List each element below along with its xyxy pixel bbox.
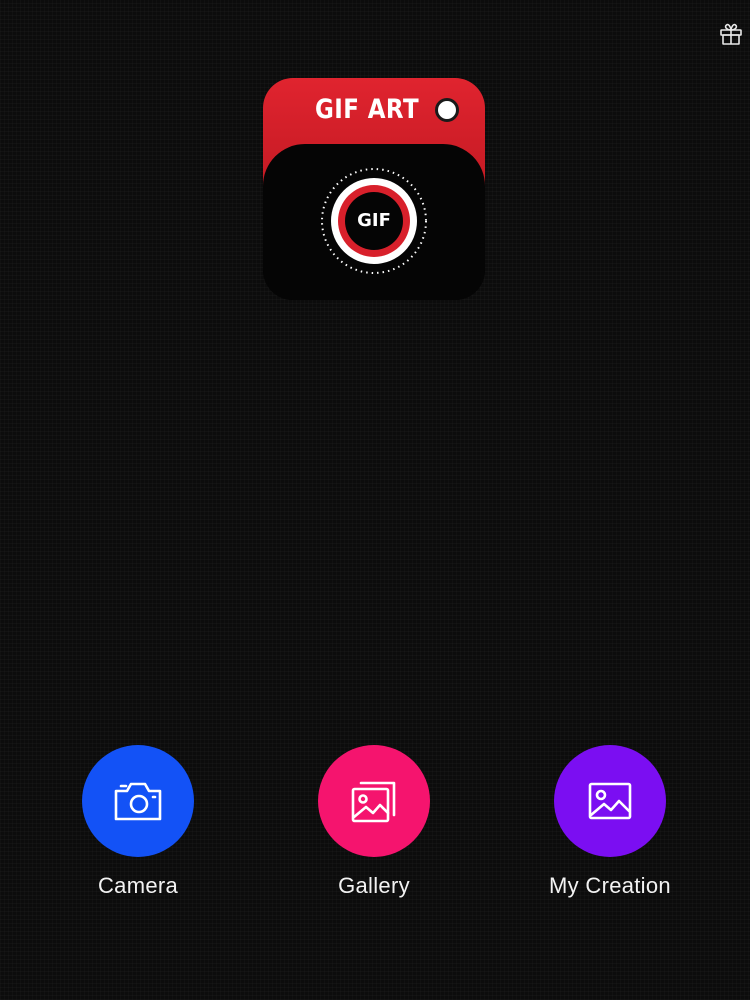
gallery-button-circle[interactable]	[318, 745, 430, 857]
gallery-button[interactable]: Gallery	[274, 745, 474, 899]
image-icon	[588, 782, 632, 820]
logo-badge-text: GIF	[357, 210, 391, 231]
app-logo: GIF ART GIF	[263, 78, 485, 300]
my-creation-label: My Creation	[549, 873, 671, 898]
logo-dial: GIF	[319, 166, 429, 276]
home-screen: GIF ART GIF Camera Gallery My Creation	[0, 0, 750, 1000]
action-bar: Camera Gallery My Creation	[0, 745, 750, 905]
camera-button-circle[interactable]	[82, 745, 194, 857]
gift-icon	[720, 23, 742, 45]
my-creation-button[interactable]: My Creation	[510, 745, 710, 899]
gallery-label: Gallery	[338, 873, 410, 898]
camera-button[interactable]: Camera	[38, 745, 238, 899]
camera-label: Camera	[97, 873, 179, 898]
camera-icon	[114, 782, 162, 821]
logo-dot-icon	[435, 98, 459, 122]
gift-button[interactable]	[718, 20, 744, 46]
gallery-icon	[351, 781, 396, 823]
logo-title: GIF ART	[315, 94, 420, 125]
my-creation-button-circle[interactable]	[554, 745, 666, 857]
